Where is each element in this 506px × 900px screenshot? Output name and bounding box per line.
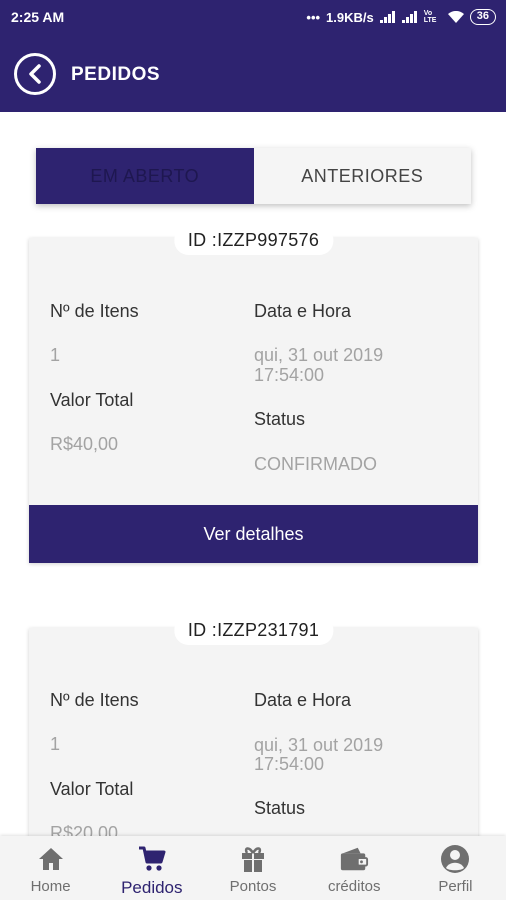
tab-em-aberto[interactable]: EM ABERTO bbox=[36, 148, 254, 204]
view-details-button[interactable]: Ver detalhes bbox=[29, 505, 478, 563]
order-id: ID :IZZP231791 bbox=[173, 616, 334, 645]
nav-home-label: Home bbox=[30, 878, 71, 895]
status-indicators: ••• 1.9KB/s Vo LTE 36 bbox=[306, 9, 496, 25]
signal-icon-2 bbox=[401, 11, 418, 23]
total-label: Valor Total bbox=[50, 779, 134, 799]
cart-icon bbox=[137, 844, 167, 874]
items-label: Nº de Itens bbox=[50, 690, 139, 710]
home-icon bbox=[36, 844, 66, 874]
status-label: Status bbox=[254, 798, 306, 818]
date-value: qui, 31 out 2019 bbox=[254, 345, 384, 365]
battery-icon: 36 bbox=[469, 9, 496, 25]
wifi-icon bbox=[447, 11, 464, 23]
nav-creditos[interactable]: créditos bbox=[304, 836, 405, 900]
bottom-navigation: Home Pedidos Pontos créditos Perfil bbox=[0, 836, 506, 900]
total-value: R$40,00 bbox=[50, 434, 119, 454]
nav-creditos-label: créditos bbox=[327, 878, 381, 895]
signal-icon bbox=[379, 11, 396, 23]
nav-perfil-label: Perfil bbox=[438, 878, 473, 895]
chevron-left-icon bbox=[29, 64, 41, 84]
status-bar: 2:25 AM ••• 1.9KB/s Vo LTE 36 bbox=[0, 0, 506, 34]
network-speed: 1.9KB/s bbox=[326, 9, 374, 25]
nav-perfil[interactable]: Perfil bbox=[405, 836, 506, 900]
date-label: Data e Hora bbox=[254, 690, 352, 710]
nav-pontos-label: Pontos bbox=[229, 878, 277, 895]
app-header: 2:25 AM ••• 1.9KB/s Vo LTE 36 PEDIDOS bbox=[0, 0, 506, 112]
order-id: ID :IZZP997576 bbox=[173, 226, 334, 255]
nav-pedidos-label: Pedidos bbox=[121, 878, 183, 897]
date-value: qui, 31 out 2019 bbox=[254, 735, 384, 755]
volte-icon: Vo LTE bbox=[423, 10, 437, 24]
wallet-icon bbox=[339, 844, 369, 874]
items-value: 1 bbox=[50, 345, 61, 365]
order-card: ID :IZZP997576 Nº de Itens 1 Valor Total… bbox=[29, 226, 478, 563]
time-value: 17:54:00 bbox=[254, 365, 325, 385]
items-value: 1 bbox=[50, 734, 61, 754]
nav-pedidos[interactable]: Pedidos bbox=[101, 836, 202, 900]
nav-pontos[interactable]: Pontos bbox=[202, 836, 303, 900]
account-icon bbox=[440, 844, 470, 874]
order-tabs: EM ABERTO ANTERIORES bbox=[36, 148, 471, 204]
tab-anteriores[interactable]: ANTERIORES bbox=[253, 148, 471, 204]
items-label: Nº de Itens bbox=[50, 301, 139, 321]
gift-icon bbox=[238, 844, 268, 874]
status-label: Status bbox=[254, 409, 306, 429]
page-title: PEDIDOS bbox=[71, 64, 161, 85]
total-label: Valor Total bbox=[50, 390, 134, 410]
status-value: CONFIRMADO bbox=[254, 454, 377, 474]
status-time: 2:25 AM bbox=[11, 9, 65, 25]
time-value: 17:54:00 bbox=[254, 754, 325, 774]
back-button[interactable] bbox=[14, 53, 56, 95]
date-label: Data e Hora bbox=[254, 301, 352, 321]
dots-icon: ••• bbox=[306, 9, 321, 25]
nav-home[interactable]: Home bbox=[0, 836, 101, 900]
